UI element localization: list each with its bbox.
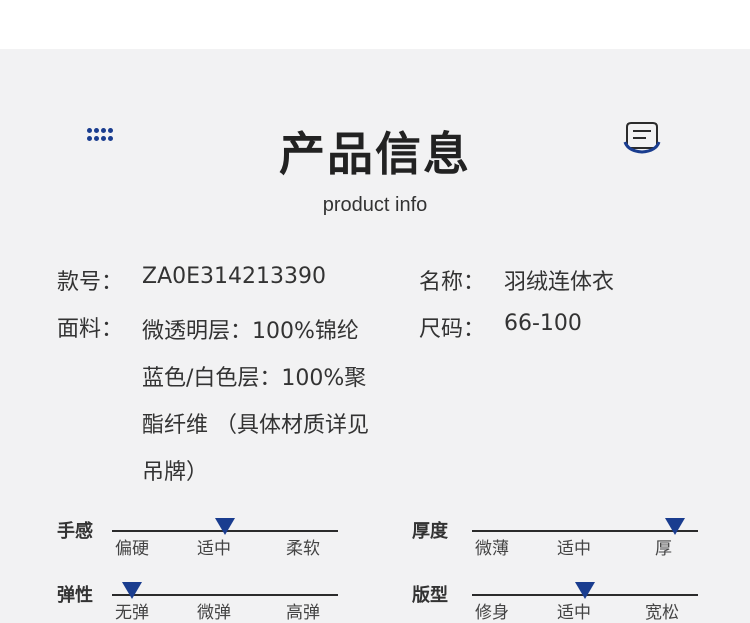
page-title: 产品信息 bbox=[279, 127, 471, 181]
meter-track bbox=[112, 594, 338, 596]
meter-option: 偏硬 bbox=[115, 539, 149, 559]
meter-option: 适中 bbox=[557, 603, 591, 623]
meter-fit: 版型 修身 适中 宽松 bbox=[412, 581, 732, 623]
meter-option: 宽松 bbox=[645, 603, 679, 623]
name-value: 羽绒连体衣 bbox=[504, 270, 615, 295]
meter-marker-icon bbox=[665, 518, 686, 535]
name-label: 名称： bbox=[419, 270, 486, 295]
top-band bbox=[0, 0, 750, 49]
fabric-line: 蓝色/白色层：100%聚 bbox=[142, 366, 367, 391]
meter-option: 修身 bbox=[475, 603, 509, 623]
fabric-line: 吊牌） bbox=[142, 460, 209, 485]
page-subtitle: product info bbox=[322, 194, 428, 216]
meter-track bbox=[472, 530, 698, 532]
meter-marker-icon bbox=[122, 582, 143, 599]
meter-option: 微弹 bbox=[197, 603, 231, 623]
fabric-line: 酯纤维 （具体材质详见 bbox=[142, 413, 369, 438]
size-label: 尺码： bbox=[419, 317, 486, 342]
meter-label: 手感 bbox=[57, 521, 93, 542]
style-no-value: ZA0E314213390 bbox=[142, 264, 326, 289]
meter-option: 厚 bbox=[655, 539, 672, 559]
meter-hand-feel: 手感 偏硬 适中 柔软 bbox=[57, 517, 377, 567]
meter-option: 适中 bbox=[197, 539, 231, 559]
meter-label: 版型 bbox=[412, 585, 448, 606]
meter-label: 厚度 bbox=[412, 521, 448, 542]
size-value: 66-100 bbox=[504, 311, 582, 336]
style-no-label: 款号： bbox=[57, 270, 124, 295]
meter-marker-icon bbox=[215, 518, 235, 535]
meter-label: 弹性 bbox=[57, 585, 93, 606]
fabric-value: 微透明层：100%锦纶 蓝色/白色层：100%聚 酯纤维 （具体材质详见 吊牌） bbox=[142, 308, 404, 496]
meter-thickness: 厚度 微薄 适中 厚 bbox=[412, 517, 732, 567]
meter-option: 高弹 bbox=[286, 603, 320, 623]
fabric-label: 面料： bbox=[57, 317, 124, 342]
meter-option: 无弹 bbox=[115, 603, 149, 623]
meter-option: 适中 bbox=[557, 539, 591, 559]
meter-option: 微薄 bbox=[475, 539, 509, 559]
fabric-line: 微透明层：100%锦纶 bbox=[142, 319, 359, 344]
meter-elasticity: 弹性 无弹 微弹 高弹 bbox=[57, 581, 377, 623]
meter-option: 柔软 bbox=[286, 539, 320, 559]
meter-marker-icon bbox=[575, 582, 595, 599]
